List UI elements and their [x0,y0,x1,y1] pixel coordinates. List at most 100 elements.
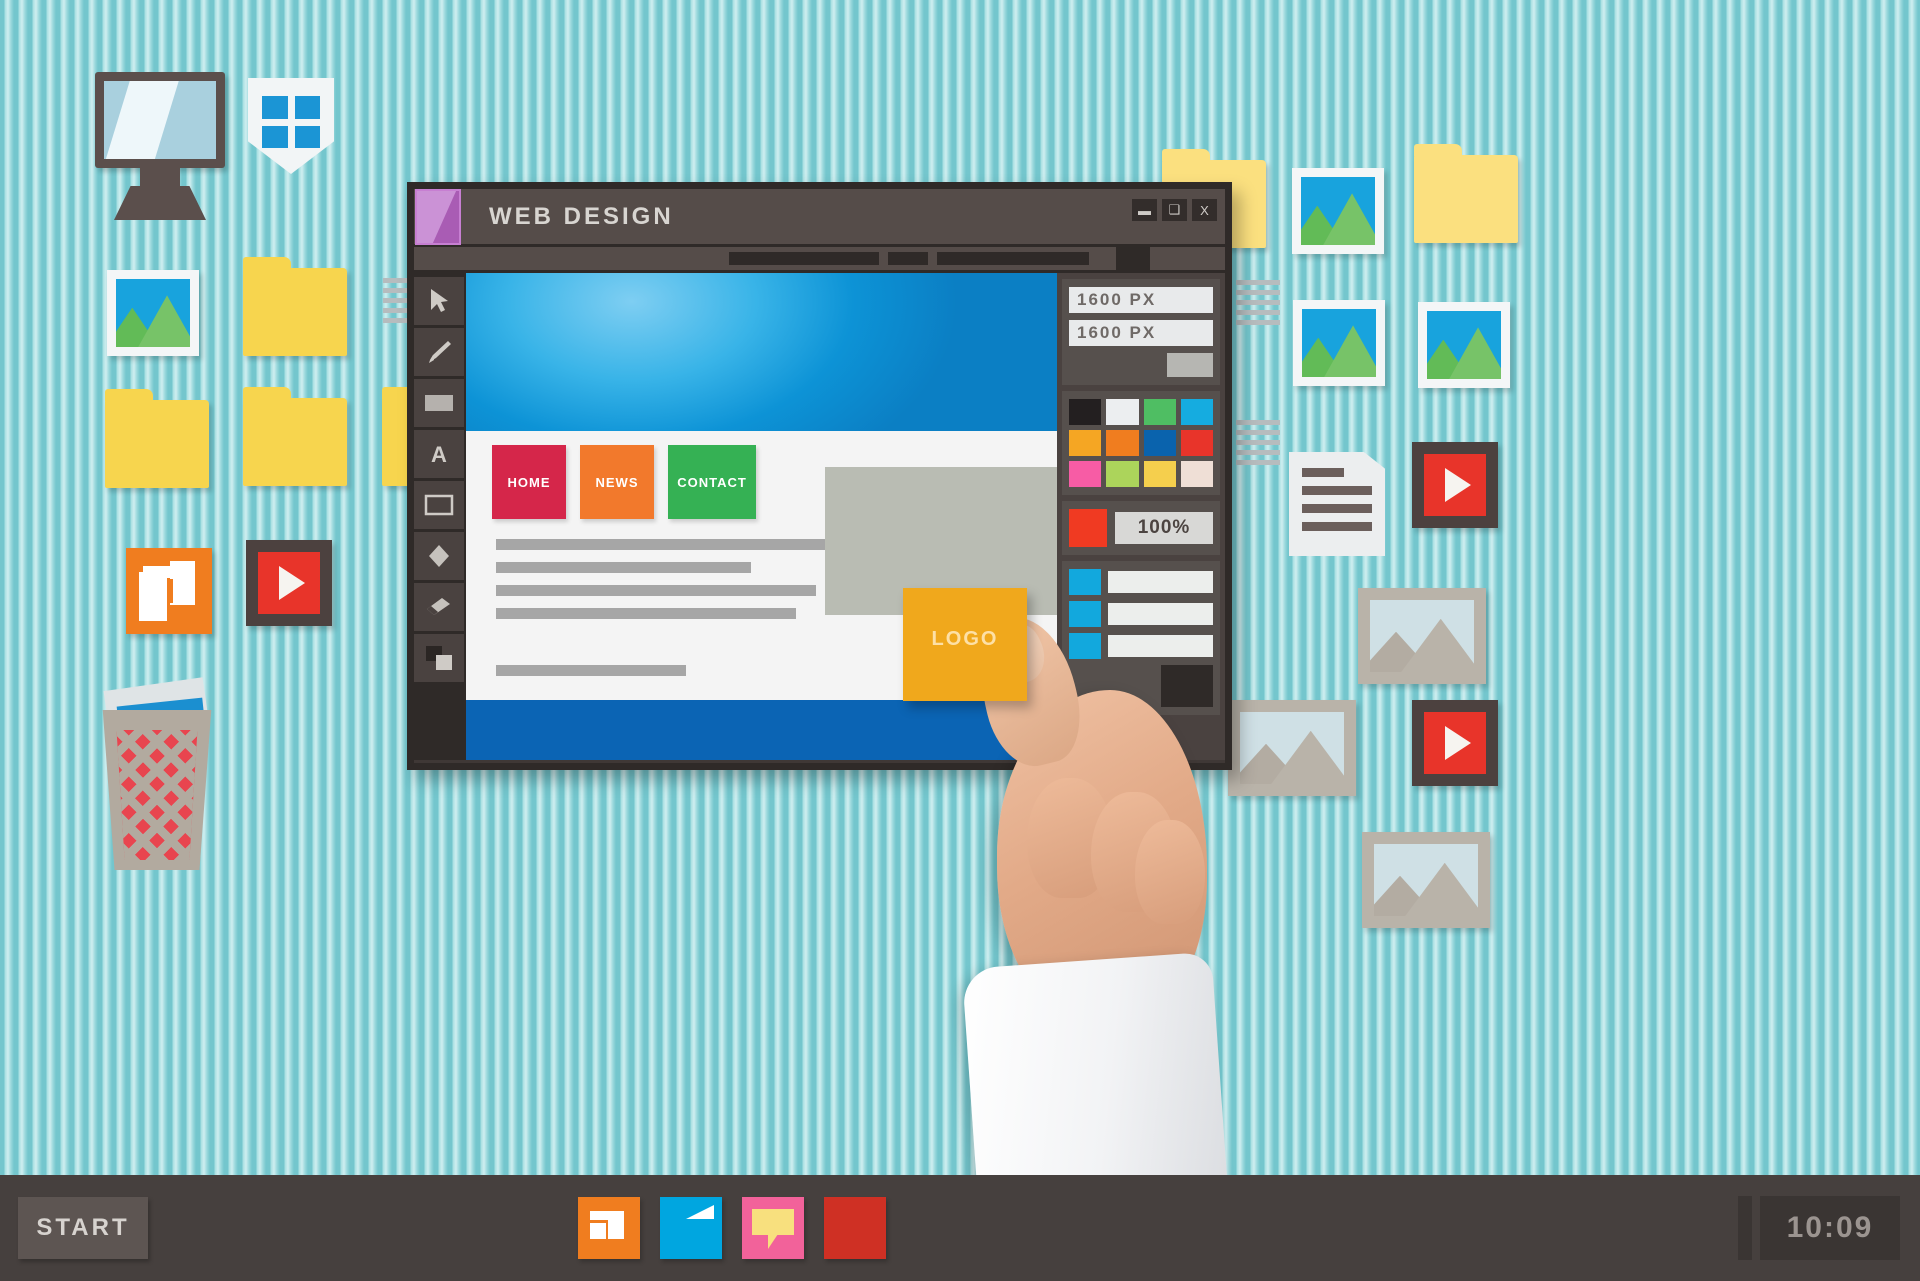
color-swatch-8[interactable] [1180,430,1213,456]
gray-photo-icon [1362,832,1490,928]
taskbar-media-icon[interactable] [824,1197,886,1259]
layer-add-button[interactable] [1161,665,1213,707]
desktop-icon-photo-4[interactable] [1418,302,1510,388]
minimize-button[interactable]: ▬ [1132,199,1157,221]
color-swatch-6[interactable] [1106,430,1139,456]
color-swatch-3[interactable] [1143,399,1176,425]
rectangle-tool-icon[interactable] [414,481,464,529]
menu-group-1[interactable] [729,252,879,265]
desktop-icon-folder-1[interactable] [243,257,347,356]
active-color-chip[interactable] [1069,509,1107,547]
nav-button-news[interactable]: NEWS [580,445,654,519]
desktop-icon-note-2[interactable] [1236,280,1280,336]
photo-icon [107,270,199,356]
video-icon [1412,700,1498,786]
clock[interactable]: 10:09 [1760,1196,1900,1260]
desktop-icon-video-2[interactable] [1412,442,1498,528]
desktop-icon-music[interactable] [126,548,212,634]
desktop-icon-trash[interactable] [90,677,225,870]
desktop-icon-video[interactable] [246,540,332,626]
color-swatch-12[interactable] [1180,461,1213,487]
window-titlebar[interactable]: WEB DESIGN ▬ ❑ X [414,188,1225,247]
layer-color-chip[interactable] [1069,601,1101,627]
brush-tool-icon[interactable] [414,328,464,376]
size-group[interactable]: 1600 PX 1600 PX [1062,279,1220,385]
layer-row[interactable] [1069,601,1213,627]
color-swatch-7[interactable] [1143,430,1176,456]
pointer-tool-icon[interactable] [414,277,464,325]
web-design-window[interactable]: WEB DESIGN ▬ ❑ X A HOME NEWS CONTACT 160… [407,182,1232,770]
desktop-icon-photo-3[interactable] [1293,300,1385,386]
gray-photo-icon [1228,700,1356,796]
layer-name-bar[interactable] [1108,571,1213,593]
system-tray[interactable]: 10:09 [1738,1196,1900,1260]
layer-color-chip[interactable] [1069,633,1101,659]
tool-rail[interactable]: A [414,273,464,760]
video-icon [246,540,332,626]
zoom-group[interactable]: 100% [1062,501,1220,555]
taskbar-music-icon[interactable] [578,1197,640,1259]
taskbar-chat-icon[interactable] [742,1197,804,1259]
eraser-tool-icon[interactable] [414,583,464,631]
close-button[interactable]: X [1192,199,1217,221]
desktop-icon-gray-photo-3[interactable] [1362,832,1490,928]
taskbar-app-list[interactable] [578,1197,886,1259]
size-slider-handle[interactable] [1167,353,1213,377]
color-swatch-4[interactable] [1180,399,1213,425]
layer-row[interactable] [1069,569,1213,595]
hand-knuckle [1027,778,1113,898]
color-swatch-2[interactable] [1106,399,1139,425]
nav-button-contact[interactable]: CONTACT [668,445,756,519]
desktop-icon-gray-photo-1[interactable] [1358,588,1486,684]
desktop-icon-photo-1[interactable] [107,270,199,356]
color-palette-group[interactable] [1062,391,1220,495]
color-palette[interactable] [1069,399,1213,487]
text-tool-icon[interactable]: A [414,430,464,478]
window-controls[interactable]: ▬ ❑ X [1132,199,1217,221]
desktop-icon-folder-3[interactable] [243,387,347,486]
logo-tile[interactable]: LOGO [903,588,1027,701]
height-field[interactable]: 1600 PX [1069,320,1213,346]
layer-name-bar[interactable] [1108,635,1213,657]
text-line [496,665,686,676]
menu-group-3[interactable] [937,252,1089,265]
properties-panel[interactable]: 1600 PX 1600 PX 100% [1057,273,1225,760]
layers-group[interactable] [1062,561,1220,715]
layer-row[interactable] [1069,633,1213,659]
color-swatch-1[interactable] [1069,399,1102,425]
color-swatch-11[interactable] [1143,461,1176,487]
color-swatch-5[interactable] [1069,430,1102,456]
desktop-icon-folder-6[interactable] [1414,144,1518,243]
folder-icon [1414,144,1518,243]
music-icon [126,548,212,634]
menu-group-2[interactable] [888,252,928,265]
width-field[interactable]: 1600 PX [1069,287,1213,313]
fill-tool-icon[interactable] [414,379,464,427]
taskbar-folder-icon[interactable] [660,1197,722,1259]
nav-button-home[interactable]: HOME [492,445,566,519]
desktop-icon-gray-photo-2[interactable] [1228,700,1356,796]
desktop-icon-document[interactable] [1289,452,1385,556]
desktop-icon-video-3[interactable] [1412,700,1498,786]
layer-name-bar[interactable] [1108,603,1213,625]
monitor-neck [140,168,180,186]
desktop-icon-note-3[interactable] [1236,420,1280,476]
zoom-value[interactable]: 100% [1115,512,1213,544]
taskbar[interactable]: START 10:09 [0,1175,1920,1281]
hero-banner [466,273,1057,431]
start-button[interactable]: START [18,1197,148,1259]
text-line [496,585,816,596]
maximize-button[interactable]: ❑ [1162,199,1187,221]
color-swatch-10[interactable] [1106,461,1139,487]
desktop-icon-photo-2[interactable] [1292,168,1384,254]
layer-color-chip[interactable] [1069,569,1101,595]
menu-group-4[interactable] [1116,245,1150,272]
monitor-base [114,186,206,220]
window-menubar[interactable] [414,245,1225,273]
shape-tool-icon[interactable] [414,532,464,580]
desktop-icon-folder-2[interactable] [105,389,209,488]
color-swatch-9[interactable] [1069,461,1102,487]
desktop-icon-shield[interactable] [248,78,334,174]
color-tool-icon[interactable] [414,634,464,682]
desktop-icon-monitor[interactable] [95,72,225,220]
